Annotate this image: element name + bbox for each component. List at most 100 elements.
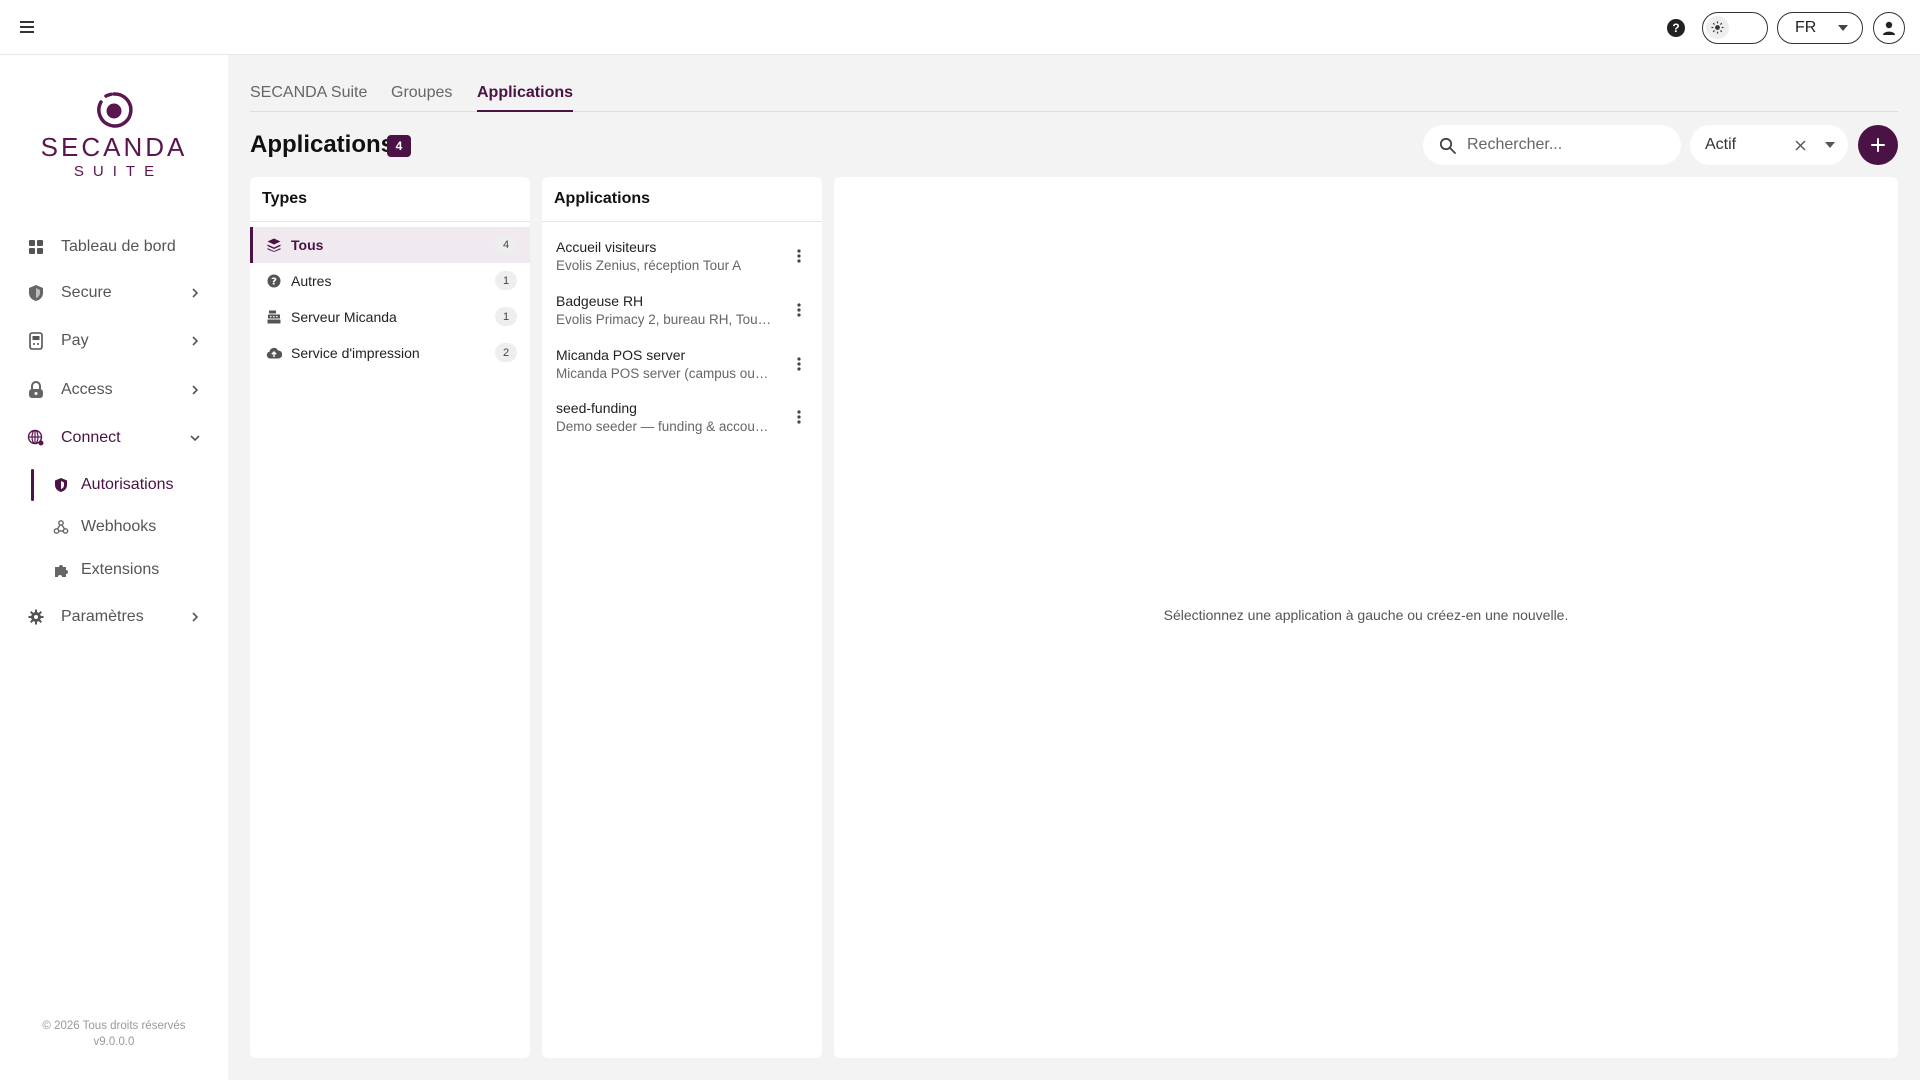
application-description: Demo seeder — funding & accou… xyxy=(556,419,769,434)
globe-network-icon xyxy=(27,429,45,447)
sidebar-item-label: Access xyxy=(61,381,113,398)
type-item-service-impression[interactable]: Service d'impression 2 xyxy=(250,335,530,371)
application-description: Evolis Primacy 2, bureau RH, Tour… xyxy=(556,312,772,327)
sidebar-subitem-label: Extensions xyxy=(81,561,160,578)
type-item-autres[interactable]: ? Autres 1 xyxy=(250,263,530,299)
chevron-right-icon xyxy=(192,612,199,622)
more-vertical-icon[interactable] xyxy=(790,301,808,319)
sidebar-item-access[interactable]: Access xyxy=(0,370,228,410)
active-indicator xyxy=(250,227,253,263)
user-account-icon[interactable] xyxy=(1873,12,1905,44)
dashboard-grid-icon xyxy=(27,238,45,256)
sidebar-item-parametres[interactable]: Paramètres xyxy=(0,597,228,637)
sidebar-subitem-webhooks[interactable]: Webhooks xyxy=(31,509,228,545)
hamburger-icon[interactable] xyxy=(16,16,38,38)
sun-icon xyxy=(1706,16,1729,39)
list-item-application[interactable]: Accueil visiteurs Evolis Zenius, récepti… xyxy=(542,229,822,283)
plus-icon xyxy=(1871,138,1885,152)
sidebar-item-label: Secure xyxy=(61,284,112,301)
secanda-logo-mark-icon xyxy=(94,90,134,130)
chevron-down-icon xyxy=(190,435,200,442)
clear-icon[interactable] xyxy=(1791,136,1809,154)
more-vertical-icon[interactable] xyxy=(790,408,808,426)
types-panel-title: Types xyxy=(250,177,530,222)
sidebar-item-label: Paramètres xyxy=(61,608,144,625)
sidebar-subitem-extensions[interactable]: Extensions xyxy=(31,552,228,588)
brand-sub: SUITE xyxy=(73,163,164,180)
chevron-right-icon xyxy=(192,385,199,395)
theme-toggle[interactable] xyxy=(1702,12,1768,44)
type-count-badge: 4 xyxy=(495,235,517,254)
lock-icon xyxy=(27,381,45,399)
type-item-tous[interactable]: Tous 4 xyxy=(250,227,530,263)
empty-state-message: Sélectionnez une application à gauche ou… xyxy=(1163,607,1569,623)
tab-groupes[interactable]: Groupes xyxy=(391,84,452,112)
type-item-serveur-micanda[interactable]: Serveur Micanda 1 xyxy=(250,299,530,335)
language-select[interactable]: FR xyxy=(1777,12,1863,44)
sidebar-subitem-label: Autorisations xyxy=(81,476,174,493)
top-bar: ? FR xyxy=(0,0,1920,55)
type-item-label: Tous xyxy=(291,237,324,253)
sidebar-item-label: Connect xyxy=(61,429,121,446)
webhook-icon xyxy=(53,519,69,535)
application-description: Micanda POS server (campus ou… xyxy=(556,366,769,381)
type-item-label: Serveur Micanda xyxy=(291,309,397,325)
type-count-badge: 2 xyxy=(495,343,517,362)
gear-icon xyxy=(27,608,45,626)
breadcrumb-tabs: SECANDA Suite Groupes Applications xyxy=(250,76,1898,112)
more-vertical-icon[interactable] xyxy=(790,355,808,373)
status-filter-select[interactable]: Actif xyxy=(1690,125,1848,165)
type-item-label: Service d'impression xyxy=(291,345,420,361)
type-item-label: Autres xyxy=(291,273,332,289)
puzzle-icon xyxy=(53,562,69,578)
shield-half-icon xyxy=(53,477,69,493)
shield-icon xyxy=(27,284,45,302)
type-count-badge: 1 xyxy=(495,307,517,326)
sidebar-item-label: Pay xyxy=(61,332,89,349)
status-filter-value: Actif xyxy=(1705,136,1737,153)
more-vertical-icon[interactable] xyxy=(790,247,808,265)
count-badge: 4 xyxy=(387,135,411,157)
type-count-badge: 1 xyxy=(495,271,517,290)
add-application-button[interactable] xyxy=(1858,125,1898,165)
sidebar-subitem-label: Webhooks xyxy=(81,518,157,535)
payment-terminal-icon xyxy=(27,332,45,350)
list-item-application[interactable]: Badgeuse RH Evolis Primacy 2, bureau RH,… xyxy=(542,283,822,337)
list-item-application[interactable]: Micanda POS server Micanda POS server (c… xyxy=(542,337,822,391)
applications-panel: Applications Accueil visiteurs Evolis Ze… xyxy=(542,177,822,1058)
layers-icon xyxy=(266,237,282,253)
search-input[interactable] xyxy=(1467,133,1667,157)
types-panel: Types Tous 4 ? Autres 1 Serveur Micanda … xyxy=(250,177,530,1058)
svg-text:?: ? xyxy=(271,277,277,288)
applications-panel-title: Applications xyxy=(542,177,822,222)
application-name: Badgeuse RH xyxy=(556,293,644,309)
sidebar-item-label: Tableau de bord xyxy=(61,238,176,255)
chevron-right-icon xyxy=(192,288,199,298)
brand-name: SECANDA xyxy=(40,132,188,162)
search-box xyxy=(1423,125,1681,165)
sidebar-item-dashboard[interactable]: Tableau de bord xyxy=(0,227,228,267)
page-title: Applications xyxy=(250,131,395,158)
application-name: Accueil visiteurs xyxy=(556,239,657,255)
sidebar-item-pay[interactable]: Pay xyxy=(0,321,228,361)
sidebar-subitem-autorisations[interactable]: Autorisations xyxy=(31,467,228,503)
list-item-application[interactable]: seed-funding Demo seeder — funding & acc… xyxy=(542,390,822,444)
sidebar-item-secure[interactable]: Secure xyxy=(0,273,228,313)
sidebar-footer: © 2026 Tous droits réservés v9.0.0.0 xyxy=(0,1018,228,1050)
active-indicator xyxy=(31,469,34,501)
tab-applications[interactable]: Applications xyxy=(477,84,574,112)
application-name: seed-funding xyxy=(556,400,637,416)
language-value: FR xyxy=(1795,19,1817,36)
tab-secanda-suite[interactable]: SECANDA Suite xyxy=(250,84,367,112)
copyright-text: © 2026 Tous droits réservés xyxy=(42,1020,186,1032)
version-text: v9.0.0.0 xyxy=(93,1036,135,1048)
help-circle-icon[interactable]: ? xyxy=(1667,19,1685,37)
application-description: Evolis Zenius, réception Tour A xyxy=(556,258,742,273)
cloud-upload-icon xyxy=(266,345,282,361)
brand-logo[interactable]: SECANDA SUITE xyxy=(0,90,228,180)
chevron-right-icon xyxy=(192,336,199,346)
application-name: Micanda POS server xyxy=(556,347,686,363)
sidebar-item-connect[interactable]: Connect xyxy=(0,418,228,458)
caret-down-icon[interactable] xyxy=(1825,142,1835,148)
search-icon xyxy=(1439,137,1456,154)
